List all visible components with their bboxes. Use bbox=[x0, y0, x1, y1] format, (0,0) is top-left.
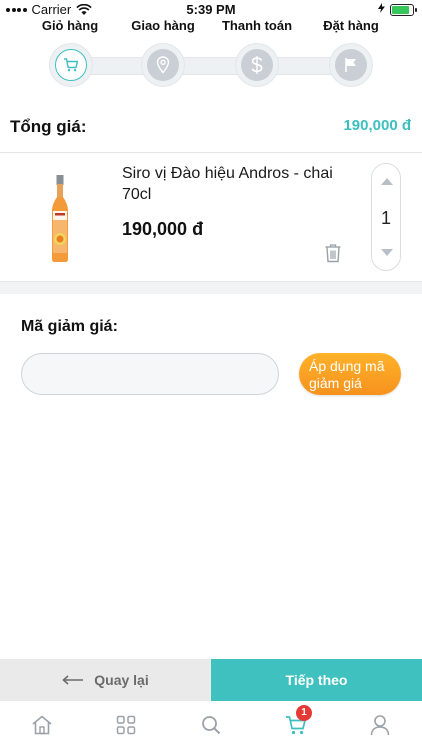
product-name[interactable]: Siro vị Đào hiệu Andros - chai 70cl bbox=[122, 163, 352, 205]
step-label-order: Đặt hàng bbox=[323, 18, 379, 33]
step-label-cart: Giỏ hàng bbox=[41, 18, 99, 33]
search-icon bbox=[202, 716, 221, 735]
home-icon bbox=[32, 715, 52, 735]
step-payment[interactable] bbox=[235, 43, 279, 87]
tab-cart[interactable]: 1 bbox=[284, 705, 312, 737]
step-label-payment: Thanh toán bbox=[221, 18, 293, 33]
arrow-left-icon bbox=[62, 675, 84, 685]
trash-icon[interactable] bbox=[324, 243, 342, 263]
product-image[interactable] bbox=[40, 173, 80, 263]
quantity-value: 1 bbox=[380, 208, 391, 228]
section-divider bbox=[0, 282, 422, 294]
tab-bar: 1 bbox=[0, 701, 422, 750]
decrease-quantity-button[interactable] bbox=[381, 249, 393, 256]
charging-icon bbox=[378, 3, 385, 13]
cart-icon bbox=[64, 58, 79, 72]
total-row: Tổng giá: 190,000 đ bbox=[0, 115, 422, 139]
total-value: 190,000 đ bbox=[343, 117, 411, 134]
back-button[interactable]: Quay lại bbox=[0, 659, 211, 701]
product-price: 190,000 đ bbox=[122, 219, 204, 239]
clock: 5:39 PM bbox=[186, 2, 236, 17]
status-bar: Carrier 5:39 PM bbox=[0, 0, 422, 20]
back-button-label: Quay lại bbox=[94, 672, 149, 688]
user-icon bbox=[370, 715, 390, 736]
stepper-track bbox=[70, 57, 350, 75]
step-label-shipping: Giao hàng bbox=[131, 18, 195, 33]
tab-categories[interactable] bbox=[114, 713, 138, 737]
tab-search[interactable] bbox=[199, 713, 223, 737]
step-order[interactable] bbox=[329, 43, 373, 87]
battery-icon bbox=[390, 4, 417, 16]
next-button[interactable]: Tiếp theo bbox=[211, 659, 422, 701]
apply-coupon-button[interactable]: Áp dụng mã giảm giá bbox=[299, 353, 401, 395]
cart-badge: 1 bbox=[296, 705, 312, 721]
dollar-icon bbox=[251, 56, 263, 74]
flag-icon bbox=[345, 58, 356, 72]
coupon-label: Mã giảm giá: bbox=[21, 318, 118, 335]
total-label: Tổng giá: bbox=[10, 117, 87, 136]
step-shipping[interactable] bbox=[141, 43, 185, 87]
increase-quantity-button[interactable] bbox=[381, 178, 393, 185]
step-cart[interactable] bbox=[49, 43, 93, 87]
grid-icon bbox=[116, 715, 136, 735]
coupon-input[interactable] bbox=[21, 353, 279, 395]
cart-item: Siro vị Đào hiệu Andros - chai 70cl 190,… bbox=[0, 152, 422, 282]
location-pin-icon bbox=[156, 56, 170, 74]
quantity-stepper: 1 bbox=[371, 163, 401, 271]
checkout-stepper: Giỏ hàng Giao hàng Thanh toán Đặt hàng bbox=[0, 18, 422, 98]
tab-account[interactable] bbox=[368, 713, 392, 737]
checkout-actions: Quay lại Tiếp theo bbox=[0, 659, 422, 701]
tab-home[interactable] bbox=[30, 713, 54, 737]
